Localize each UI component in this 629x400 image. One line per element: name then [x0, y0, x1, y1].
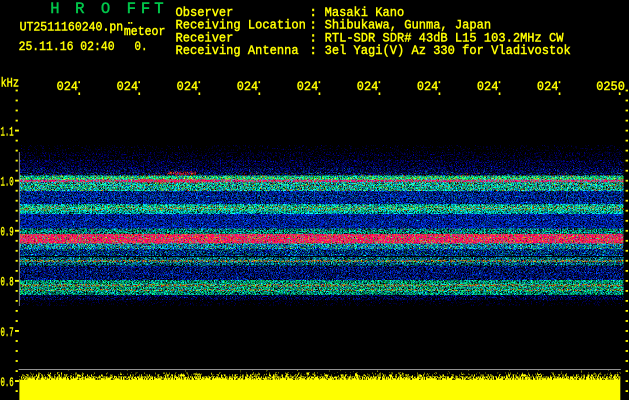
svg-text:meteor: meteor	[124, 24, 165, 39]
svg-text:0.: 0.	[135, 39, 148, 54]
svg-text:1.1: 1.1	[1, 124, 14, 139]
svg-text:Receiving Antenna: Receiving Antenna	[176, 43, 299, 58]
svg-text:1.0: 1.0	[1, 174, 14, 189]
svg-text:UT2511160240.pn: UT2511160240.pn	[20, 19, 124, 34]
svg-text:O: O	[101, 0, 110, 18]
svg-text:024: 024	[477, 79, 499, 94]
svg-text:3el Yagi(V) Az 330 for Vladivo: 3el Yagi(V) Az 330 for Vladivostok	[325, 43, 571, 58]
svg-text:0.9: 0.9	[1, 225, 14, 240]
svg-text:T: T	[154, 0, 163, 18]
svg-text:024: 024	[57, 79, 79, 94]
svg-text:kHz: kHz	[1, 75, 20, 90]
svg-text:H: H	[50, 0, 59, 18]
svg-text:F: F	[127, 0, 136, 18]
svg-text:024: 024	[237, 79, 259, 94]
svg-text:0.7: 0.7	[1, 325, 14, 340]
svg-text:0.8: 0.8	[1, 275, 14, 290]
svg-text:0250: 0250	[596, 79, 625, 94]
svg-text:25.11.16 02:40: 25.11.16 02:40	[19, 39, 115, 54]
svg-text:024: 024	[117, 79, 139, 94]
svg-text:024: 024	[417, 79, 439, 94]
svg-text:F: F	[141, 0, 150, 18]
svg-text:024: 024	[537, 79, 559, 94]
svg-text:0.6: 0.6	[1, 375, 14, 390]
svg-text::: :	[309, 43, 317, 58]
svg-text:R: R	[75, 0, 84, 18]
svg-text:024: 024	[357, 79, 379, 94]
svg-text:024: 024	[177, 79, 199, 94]
svg-text:024: 024	[297, 79, 319, 94]
